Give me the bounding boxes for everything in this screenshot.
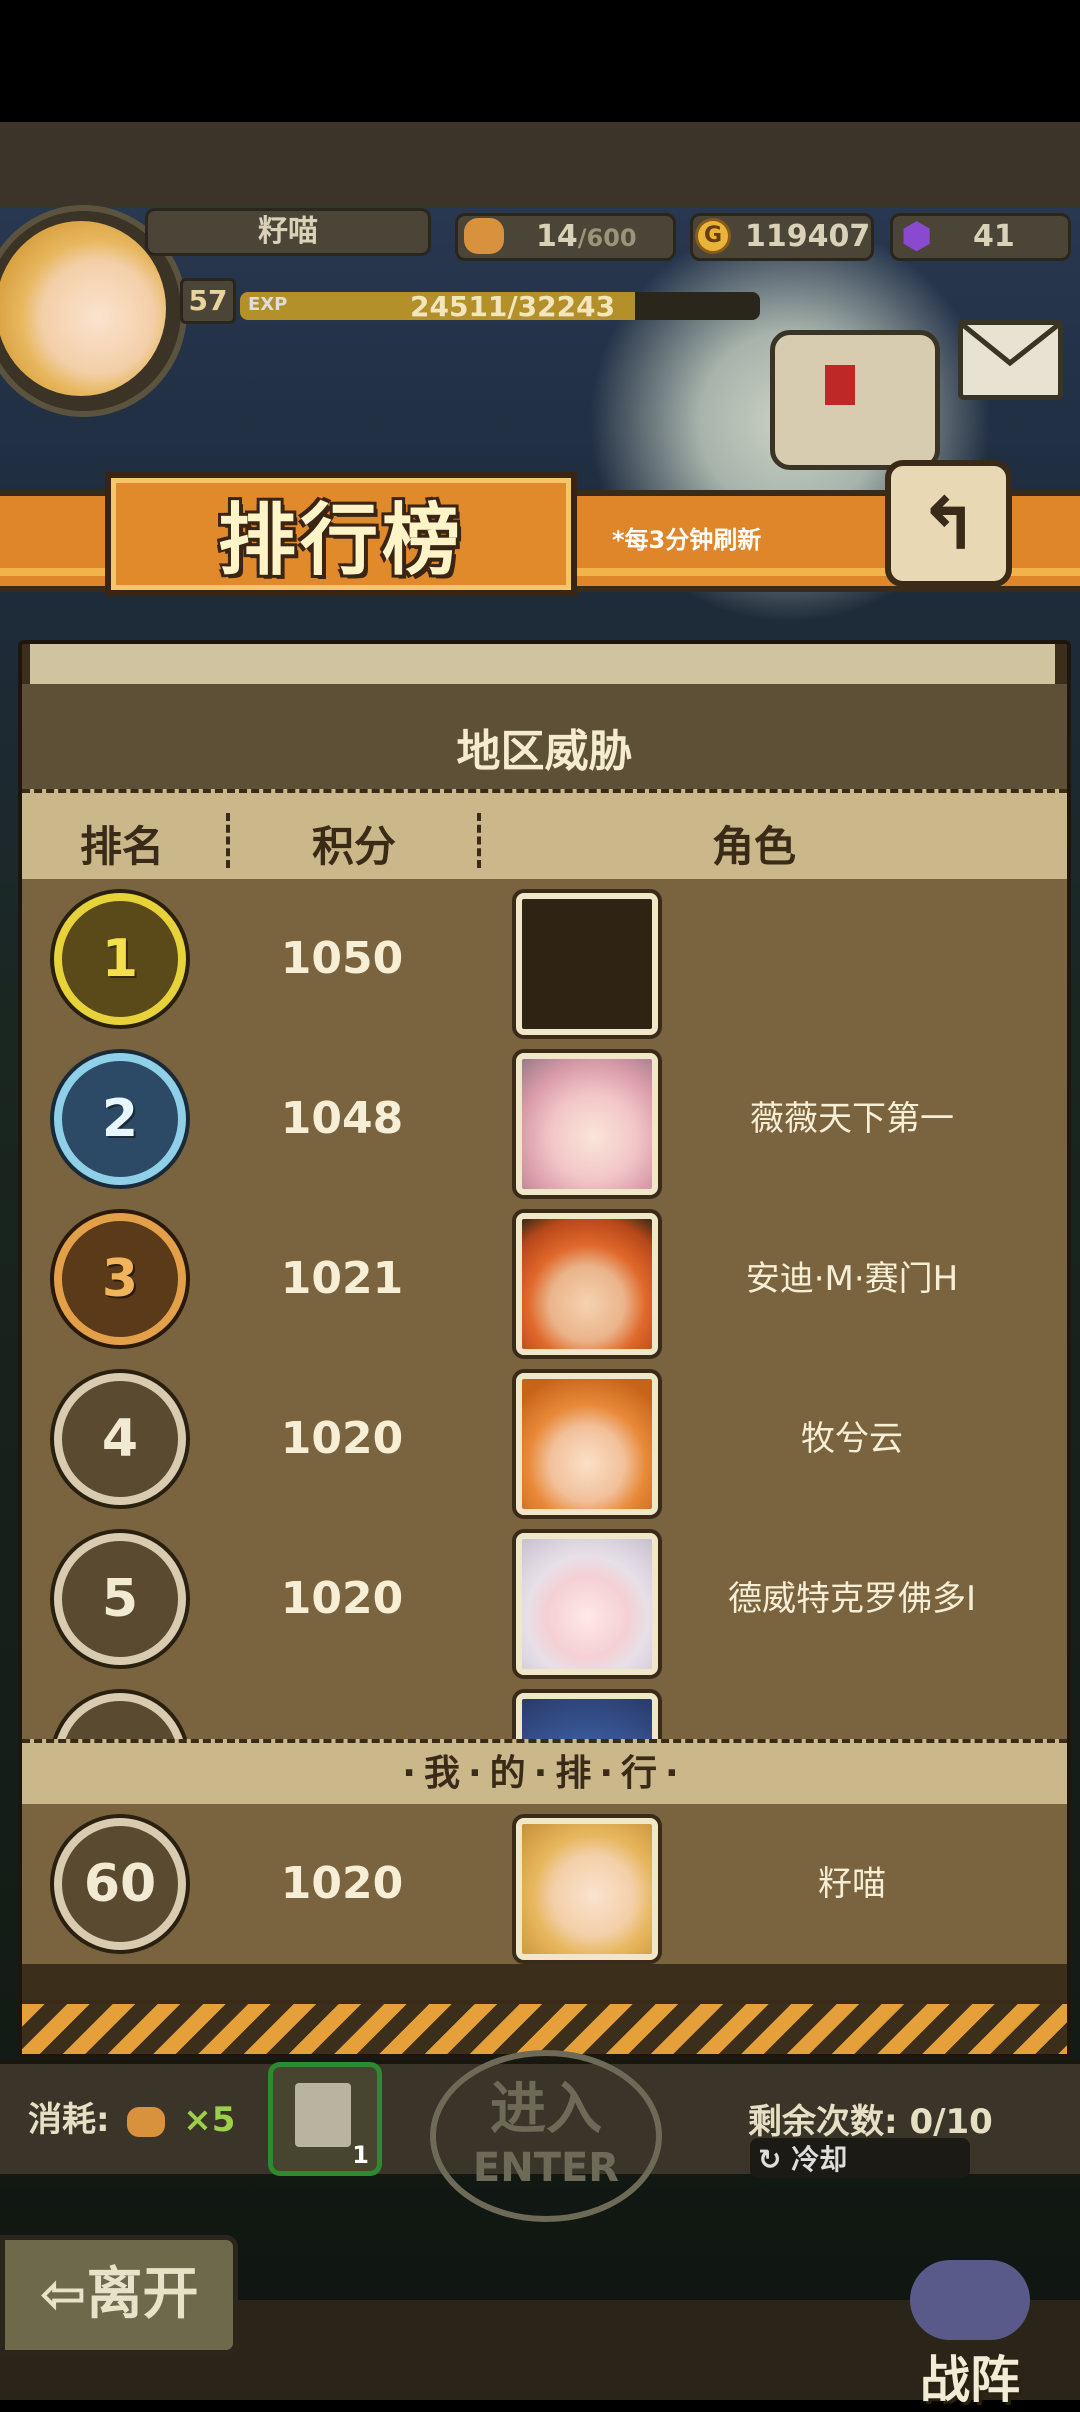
panel-bottom-trim — [22, 2000, 1067, 2054]
page-title: 排行榜 — [217, 496, 464, 586]
formation-button[interactable]: 战阵 — [880, 2260, 1080, 2409]
left-arrow-icon: ⇦ — [39, 2262, 87, 2327]
row-score: 1020 — [280, 1573, 404, 1624]
my-score: 1020 — [280, 1858, 404, 1909]
scroll-quest-icon[interactable] — [770, 330, 940, 470]
remaining-attempts: 剩余次数: 0/10 — [748, 2094, 993, 2143]
row-score: 1048 — [280, 1093, 404, 1144]
bronze-medal-icon: 3 — [54, 1213, 186, 1345]
title-plate: 排行榜 — [105, 472, 577, 596]
row-player-name — [662, 879, 1042, 1039]
my-portrait[interactable] — [516, 1818, 658, 1960]
player-portrait[interactable] — [516, 1213, 658, 1355]
player-portrait-empty[interactable] — [516, 893, 658, 1035]
leaderboard-panel: 地区威胁 排名 积分 角色 1 1050 2 1048 薇薇天下第一 3 102… — [18, 640, 1071, 2058]
mail-icon[interactable] — [958, 320, 1063, 400]
my-rank-row[interactable]: 60 1020 籽喵 — [22, 1804, 1067, 1964]
rank-medal-icon: 5 — [54, 1533, 186, 1665]
ticket-count: 1 — [352, 2141, 369, 2169]
bread-current: 14 — [536, 219, 578, 254]
level-value: 57 — [188, 284, 228, 317]
player-portrait[interactable] — [516, 1693, 658, 1739]
gold-medal-icon: 1 — [54, 893, 186, 1025]
consume-info: 消耗: ×5 — [28, 2092, 235, 2141]
row-score: 1050 — [280, 933, 404, 984]
ranking-row[interactable]: 4 1020 牧兮云 — [22, 1359, 1067, 1523]
gem-amount: 41 — [973, 219, 1015, 254]
bread-counter[interactable]: 14/600 — [455, 213, 676, 261]
consume-label: 消耗: — [28, 2100, 110, 2140]
refresh-icon: ↻ — [758, 2143, 782, 2176]
row-player-name: 德威特克罗佛多I — [727, 1579, 977, 1619]
player-portrait[interactable] — [516, 1053, 658, 1195]
gold-counter[interactable]: G 119407 — [690, 213, 874, 261]
row-player-name: 牧兮云 — [801, 1419, 903, 1459]
exp-text: 24511/32243 — [410, 292, 616, 320]
panel-title: 地区威胁 — [456, 725, 633, 777]
row-player-name: 薇薇天下第一 — [750, 1099, 954, 1139]
ranking-list[interactable]: 1 1050 2 1048 薇薇天下第一 3 1021 安迪·M·赛门H 4 1… — [22, 879, 1067, 1739]
enter-button[interactable]: 进入 ENTER — [430, 2050, 662, 2222]
gold-coin-icon: G — [695, 218, 731, 254]
leave-label: 离开 — [86, 2262, 199, 2327]
bread-icon — [464, 218, 504, 254]
player-name: 籽喵 — [258, 214, 318, 249]
gem-icon: ⬢ — [901, 216, 933, 257]
ranking-row[interactable]: 1 1050 — [22, 879, 1067, 1043]
scroll-ticket-icon — [295, 2083, 351, 2147]
column-headers: 排名 积分 角色 — [22, 789, 1067, 887]
enter-label-en: ENTER — [472, 2145, 620, 2191]
ranking-row-partial[interactable] — [22, 1679, 1067, 1739]
back-button[interactable]: ↰ — [885, 460, 1012, 587]
player-portrait[interactable] — [516, 1373, 658, 1515]
cooldown-indicator: ↻ 冷却 — [750, 2138, 970, 2178]
top-hud-strip — [0, 122, 1080, 207]
player-name-plate: 籽喵 — [145, 208, 431, 256]
rank-medal-icon: 4 — [54, 1373, 186, 1505]
leave-button[interactable]: ⇦离开 — [0, 2235, 238, 2355]
col-role: 角色 — [712, 822, 797, 871]
refresh-note: *每3分钟刷新 — [612, 526, 762, 554]
exp-bar: EXP 24511/32243 — [240, 292, 760, 320]
ranking-row[interactable]: 5 1020 德威特克罗佛多I — [22, 1519, 1067, 1683]
ranking-row[interactable]: 3 1021 安迪·M·赛门H — [22, 1199, 1067, 1363]
cooldown-label: 冷却 — [791, 2143, 848, 2176]
gold-amount: 119407 — [745, 219, 871, 254]
alert-mark — [825, 365, 855, 405]
title-banner: 排行榜 *每3分钟刷新 ↰ — [0, 460, 1080, 610]
level-badge: 57 — [180, 278, 236, 324]
enter-label-cn: 进入 — [490, 2077, 602, 2142]
rank-medal-icon — [54, 1693, 186, 1739]
ticket-item[interactable]: 1 — [268, 2062, 382, 2176]
remain-value: 0/10 — [909, 2102, 993, 2142]
gem-counter[interactable]: ⬢ 41 — [890, 213, 1071, 261]
exp-label: EXP — [248, 294, 288, 315]
rank-medal-icon: 60 — [54, 1818, 186, 1950]
consume-count: ×5 — [183, 2100, 236, 2140]
remain-label: 剩余次数: — [748, 2102, 898, 2142]
player-portrait[interactable] — [516, 1533, 658, 1675]
my-rank-title: ·我·的·排·行· — [402, 1753, 687, 1794]
bread-icon — [127, 2106, 166, 2137]
ranking-row[interactable]: 2 1048 薇薇天下第一 — [22, 1039, 1067, 1203]
bread-max: /600 — [577, 224, 637, 252]
col-rank: 排名 — [80, 822, 165, 871]
my-player-name: 籽喵 — [818, 1864, 886, 1904]
formation-characters-icon — [910, 2260, 1030, 2340]
silver-medal-icon: 2 — [54, 1053, 186, 1185]
avatar-portrait — [0, 221, 166, 396]
col-score: 积分 — [312, 822, 397, 871]
back-arrow-icon: ↰ — [918, 481, 979, 566]
row-score: 1021 — [280, 1253, 404, 1304]
formation-label: 战阵 — [920, 2351, 1020, 2409]
row-score: 1020 — [280, 1413, 404, 1464]
my-rank-title-bar: ·我·的·排·行· — [22, 1739, 1067, 1809]
row-player-name: 安迪·M·赛门H — [745, 1259, 959, 1299]
